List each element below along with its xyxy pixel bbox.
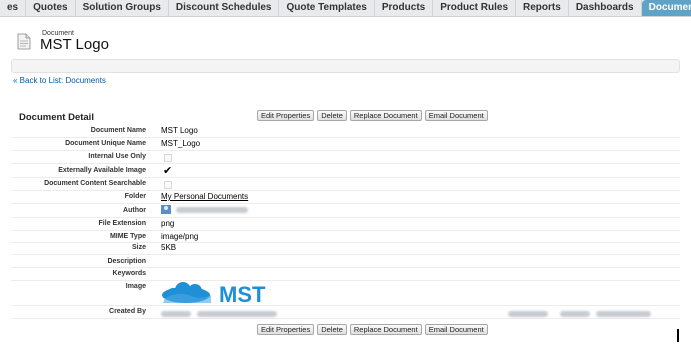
page-title: MST Logo bbox=[40, 36, 109, 53]
bottom-button-row: Edit Properties Delete Replace Document … bbox=[257, 324, 488, 335]
tab-solution-groups[interactable]: Solution Groups bbox=[76, 0, 169, 16]
replace-document-button-bottom[interactable]: Replace Document bbox=[349, 324, 422, 335]
checkmark-icon: ✔ bbox=[163, 165, 173, 177]
mime-type-value: image/png bbox=[161, 232, 199, 241]
text-cursor bbox=[677, 329, 679, 342]
field-row-keywords: Keywords bbox=[11, 268, 680, 281]
file-extension-value: png bbox=[161, 219, 175, 228]
field-label: Keywords bbox=[112, 270, 146, 277]
redacted-creator-date bbox=[197, 310, 278, 317]
edit-properties-button[interactable]: Edit Properties bbox=[257, 110, 315, 121]
author-value[interactable] bbox=[161, 205, 249, 215]
replace-document-button[interactable]: Replace Document bbox=[349, 110, 422, 121]
tab-reports[interactable]: Reports bbox=[516, 0, 569, 16]
field-row-size: Size 5KB bbox=[11, 243, 680, 255]
cloud-icon bbox=[162, 282, 211, 303]
field-row-description: Description bbox=[11, 255, 680, 268]
field-label: Description bbox=[107, 258, 146, 265]
field-row-external-image: Externally Available Image ✔ bbox=[11, 164, 680, 178]
field-label: Document Name bbox=[90, 127, 146, 134]
searchable-checkbox bbox=[164, 181, 172, 189]
field-label: File Extension bbox=[98, 220, 146, 227]
delete-button-bottom[interactable]: Delete bbox=[317, 324, 347, 335]
mst-logo-image: MST bbox=[162, 282, 266, 305]
modified-by-value[interactable] bbox=[508, 309, 652, 318]
field-row-folder: Folder My Personal Documents bbox=[11, 191, 680, 204]
field-label: Created By bbox=[109, 308, 146, 315]
field-label: Document Unique Name bbox=[65, 140, 146, 147]
redacted-modifier-label bbox=[508, 310, 548, 317]
field-row-author: Author bbox=[11, 204, 680, 218]
document-name-value: MST Logo bbox=[161, 126, 198, 135]
tab-products[interactable]: Products bbox=[375, 0, 434, 16]
section-title: Document Detail bbox=[19, 112, 94, 123]
email-document-button[interactable]: Email Document bbox=[424, 110, 488, 121]
field-row-unique-name: Document Unique Name MST_Logo bbox=[11, 138, 680, 151]
redacted-modifier-date bbox=[596, 310, 652, 317]
field-label: Author bbox=[123, 207, 146, 214]
redacted-author-name bbox=[176, 206, 249, 213]
tab-dashboards[interactable]: Dashboards bbox=[569, 0, 642, 16]
back-to-list-link[interactable]: « Back to List: Documents bbox=[13, 76, 106, 85]
field-row-document-name: Document Name MST Logo bbox=[11, 125, 680, 138]
field-label: Folder bbox=[124, 193, 146, 200]
field-label: Size bbox=[131, 244, 146, 251]
user-avatar-icon bbox=[161, 205, 171, 215]
tab-bar: es Quotes Solution Groups Discount Sched… bbox=[0, 0, 691, 17]
tab-quotes[interactable]: Quotes bbox=[26, 0, 76, 16]
folder-link[interactable]: My Personal Documents bbox=[161, 192, 248, 201]
field-row-image: Image MST bbox=[11, 281, 680, 306]
top-button-row: Edit Properties Delete Replace Document … bbox=[257, 110, 488, 121]
field-row-created-by: Created By bbox=[11, 306, 680, 319]
field-label: Image bbox=[125, 283, 146, 290]
internal-use-checkbox bbox=[164, 154, 172, 162]
created-by-value[interactable] bbox=[161, 309, 278, 318]
email-document-button-bottom[interactable]: Email Document bbox=[424, 324, 488, 335]
redacted-creator-name bbox=[161, 310, 191, 317]
header-divider-bar bbox=[11, 59, 680, 73]
field-row-internal-use: Internal Use Only bbox=[11, 151, 680, 164]
tab-es[interactable]: es bbox=[0, 0, 27, 16]
field-label: MIME Type bbox=[109, 233, 146, 240]
field-label: Document Content Searchable bbox=[44, 180, 146, 187]
delete-button[interactable]: Delete bbox=[317, 110, 347, 121]
redacted-modifier-name bbox=[560, 310, 591, 317]
tab-product-rules[interactable]: Product Rules bbox=[433, 0, 517, 16]
field-label: Internal Use Only bbox=[88, 153, 146, 160]
field-label: Externally Available Image bbox=[58, 167, 146, 174]
logo-text: MST bbox=[219, 282, 266, 305]
field-row-mime-type: MIME Type image/png bbox=[11, 231, 680, 243]
tab-discount-schedules[interactable]: Discount Schedules bbox=[169, 0, 280, 16]
size-value: 5KB bbox=[161, 243, 177, 252]
tab-documents[interactable]: Documents bbox=[641, 0, 691, 16]
field-row-file-extension: File Extension png bbox=[11, 218, 680, 231]
tab-quote-templates[interactable]: Quote Templates bbox=[279, 0, 375, 16]
document-icon bbox=[17, 33, 31, 50]
unique-name-value: MST_Logo bbox=[161, 139, 201, 148]
edit-properties-button-bottom[interactable]: Edit Properties bbox=[257, 324, 315, 335]
field-row-searchable: Document Content Searchable bbox=[11, 178, 680, 191]
